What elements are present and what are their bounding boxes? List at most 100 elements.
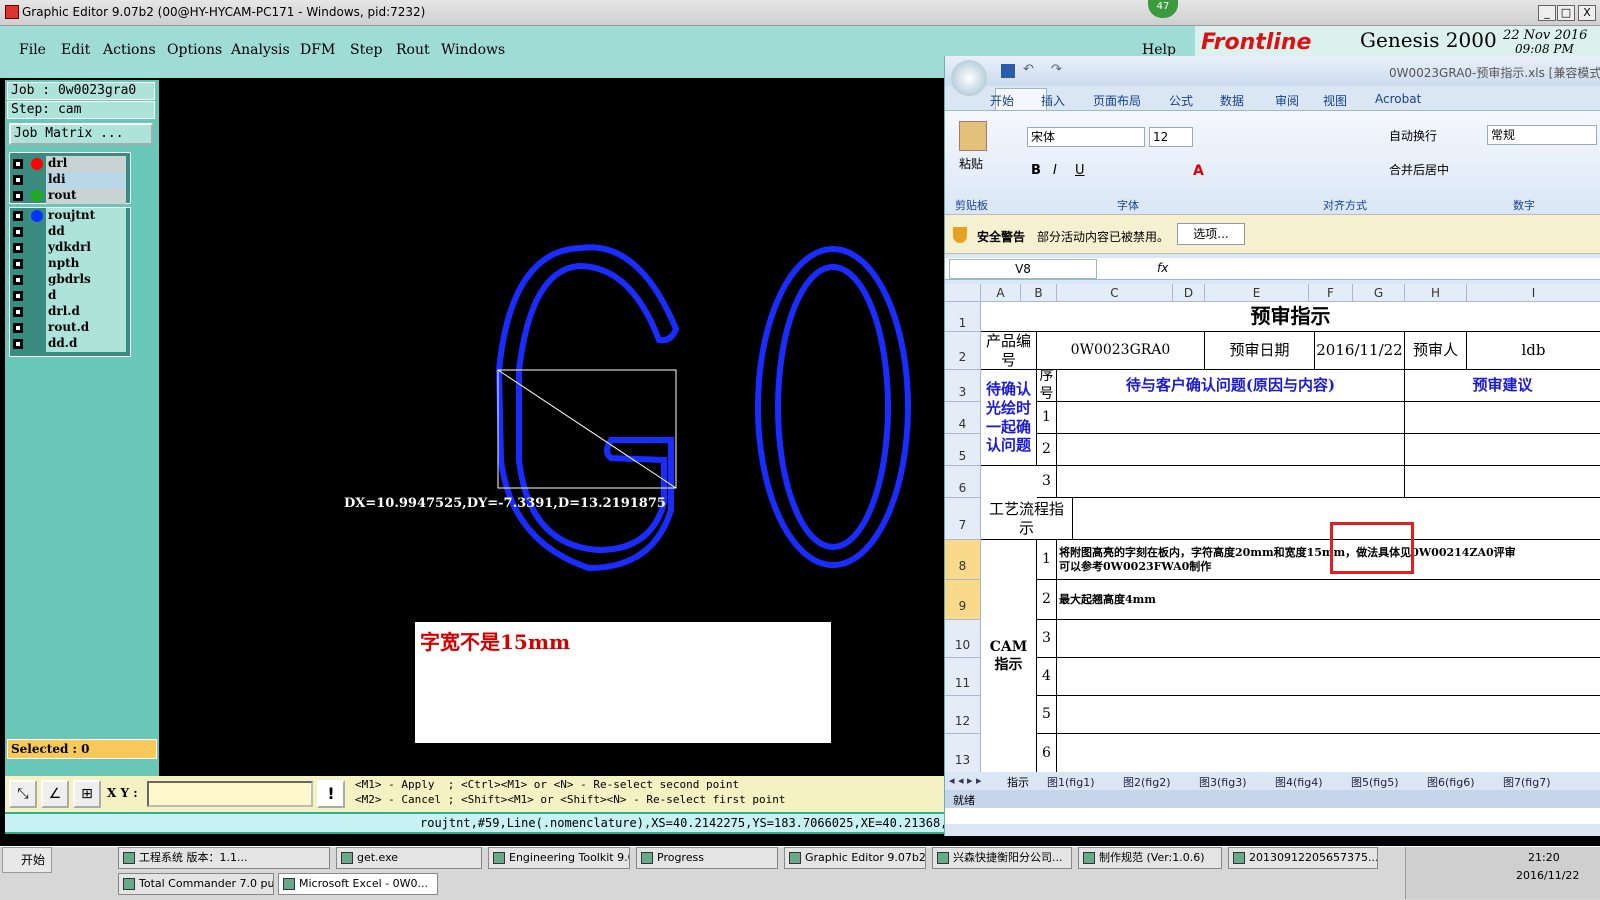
cam-instruction-1[interactable]: 将附图高亮的字刻在板内，字符高度20mm和宽度15mm，做法具体见0W00214… bbox=[1057, 540, 1600, 580]
menu-file[interactable]: File bbox=[19, 42, 46, 58]
seq-label[interactable]: 序号 bbox=[1037, 370, 1057, 402]
name-box[interactable]: V8 bbox=[949, 259, 1097, 279]
column-header[interactable]: F bbox=[1309, 284, 1353, 302]
row-header[interactable]: 9 bbox=[945, 580, 981, 620]
taskbar-item[interactable]: 兴森快捷衡阳分公司... bbox=[932, 847, 1072, 869]
taskbar-item[interactable]: Graphic Editor 9.07b2 ... bbox=[784, 847, 926, 869]
advice-cell[interactable] bbox=[1405, 434, 1600, 466]
layer-row-dd-d[interactable]: dd.d bbox=[10, 336, 126, 352]
taskbar-item[interactable]: 工程系统 版本：1.1... bbox=[118, 847, 330, 869]
save-icon[interactable] bbox=[1001, 64, 1015, 78]
column-header[interactable]: D bbox=[1173, 284, 1205, 302]
paste-icon[interactable] bbox=[959, 121, 987, 151]
column-header[interactable]: H bbox=[1405, 284, 1467, 302]
alert-icon[interactable]: ! bbox=[317, 780, 345, 808]
row-header[interactable]: 3 bbox=[945, 370, 981, 402]
date-label[interactable]: 预审日期 bbox=[1205, 332, 1315, 370]
row-header[interactable]: 6 bbox=[945, 466, 981, 498]
layer-row-dd[interactable]: dd bbox=[10, 224, 126, 240]
advice-header[interactable]: 预审建议 bbox=[1405, 370, 1600, 402]
taskbar-item[interactable]: 20130912205657375.... bbox=[1228, 847, 1378, 869]
menu-edit[interactable]: Edit bbox=[61, 42, 90, 58]
issue-cell[interactable] bbox=[1057, 402, 1405, 434]
sheet-tab[interactable]: 图1(fig1) bbox=[1047, 774, 1095, 790]
sheet-tab[interactable]: 图5(fig5) bbox=[1351, 774, 1399, 790]
underline-button[interactable]: U bbox=[1075, 163, 1085, 178]
layer-row-gbdrls[interactable]: gbdrls bbox=[10, 272, 126, 288]
wrap-text-button[interactable]: 自动换行 bbox=[1389, 127, 1437, 144]
issue-cell[interactable] bbox=[1057, 434, 1405, 466]
font-size-box[interactable]: 12 bbox=[1149, 127, 1193, 147]
column-header[interactable]: B bbox=[1021, 284, 1057, 302]
fx-button[interactable]: fx bbox=[1157, 261, 1168, 275]
job-matrix-button[interactable]: Job Matrix ... bbox=[9, 123, 153, 145]
menu-step[interactable]: Step bbox=[350, 42, 382, 58]
sheet-tab[interactable]: 图3(fig3) bbox=[1199, 774, 1247, 790]
xy-input[interactable] bbox=[147, 781, 313, 807]
sheet-tab[interactable]: 图6(fig6) bbox=[1427, 774, 1475, 790]
taskbar-item[interactable]: get.exe bbox=[336, 847, 482, 869]
reviewer-label[interactable]: 预审人 bbox=[1405, 332, 1467, 370]
issue-header[interactable]: 待与客户确认问题(原因与内容) bbox=[1057, 370, 1405, 402]
cam-instruction-2[interactable]: 最大起翘高度4mm bbox=[1057, 580, 1600, 620]
menu-windows[interactable]: Windows bbox=[441, 42, 505, 58]
seq-number[interactable]: 2 bbox=[1037, 434, 1057, 466]
close-button[interactable]: X bbox=[1578, 5, 1596, 21]
angle-icon[interactable]: ∠ bbox=[41, 780, 69, 808]
grid-icon[interactable]: ⊞ bbox=[73, 780, 101, 808]
layer-checkbox[interactable] bbox=[13, 291, 23, 301]
ribbon-tab-0[interactable]: 开始 bbox=[990, 92, 1014, 109]
spreadsheet-grid[interactable]: A B C D E F G H I 1 2 3 4 5 6 7 8 9 10 11 12 13 预审指示 产品编号 0W0023… bbox=[945, 284, 1600, 824]
date-value[interactable]: 2016/11/22 bbox=[1315, 332, 1405, 370]
taskbar-item[interactable]: Total Commander 7.0 pu... bbox=[118, 873, 274, 895]
cam-instruction-cell[interactable] bbox=[1057, 696, 1600, 734]
cam-instruction-cell[interactable] bbox=[1057, 658, 1600, 696]
ribbon-tab-6[interactable]: 视图 bbox=[1323, 92, 1347, 109]
layer-checkbox[interactable] bbox=[13, 227, 23, 237]
column-header[interactable]: C bbox=[1057, 284, 1173, 302]
cam-label[interactable]: CAM指示 bbox=[981, 540, 1037, 774]
cam-instruction-cell[interactable] bbox=[1057, 734, 1600, 774]
column-header[interactable]: G bbox=[1353, 284, 1405, 302]
cam-seq-number[interactable]: 3 bbox=[1037, 620, 1057, 658]
product-value[interactable]: 0W0023GRA0 bbox=[1037, 332, 1205, 370]
process-label[interactable]: 工艺流程指示 bbox=[981, 498, 1073, 540]
start-button[interactable]: 开始 bbox=[2, 847, 52, 873]
graphic-canvas[interactable]: DX=10.9947525,DY=-7.3391,D=13.2191875 字宽… bbox=[159, 80, 944, 770]
sheet-tab[interactable]: 图4(fig4) bbox=[1275, 774, 1323, 790]
layer-row-npth[interactable]: npth bbox=[10, 256, 126, 272]
sheet-tab[interactable]: 指示 bbox=[1007, 774, 1029, 790]
column-header[interactable]: A bbox=[981, 284, 1021, 302]
row-header[interactable]: 10 bbox=[945, 620, 981, 658]
row-header[interactable]: 7 bbox=[945, 498, 981, 540]
row-header[interactable]: 1 bbox=[945, 302, 981, 332]
row-header[interactable]: 13 bbox=[945, 734, 981, 774]
ribbon-tab-5[interactable]: 审阅 bbox=[1275, 92, 1299, 109]
layer-checkbox[interactable] bbox=[13, 307, 23, 317]
layer-row-drl-d[interactable]: drl.d bbox=[10, 304, 126, 320]
sheet-tab[interactable]: 图2(fig2) bbox=[1123, 774, 1171, 790]
ribbon-tab-2[interactable]: 页面布局 bbox=[1093, 92, 1141, 109]
layer-row-drl[interactable]: drl bbox=[10, 156, 126, 172]
merge-center-button[interactable]: 合并后居中 bbox=[1389, 161, 1449, 178]
issue-cell[interactable] bbox=[1057, 466, 1405, 498]
menu-options[interactable]: Options bbox=[167, 42, 222, 58]
layer-checkbox[interactable] bbox=[13, 175, 23, 185]
layer-checkbox[interactable] bbox=[13, 159, 23, 169]
cam-seq-number[interactable]: 2 bbox=[1037, 580, 1057, 620]
column-header[interactable]: I bbox=[1467, 284, 1600, 302]
paste-label[interactable]: 粘贴 bbox=[959, 155, 983, 172]
layer-row-ydkdrl[interactable]: ydkdrl bbox=[10, 240, 126, 256]
product-label[interactable]: 产品编号 bbox=[981, 332, 1037, 370]
row-header[interactable]: 11 bbox=[945, 658, 981, 696]
layer-row-rout-d[interactable]: rout.d bbox=[10, 320, 126, 336]
row-header[interactable]: 5 bbox=[945, 434, 981, 466]
select-all-corner[interactable] bbox=[945, 284, 981, 302]
font-name-box[interactable]: 宋体 bbox=[1027, 127, 1145, 147]
cam-seq-number[interactable]: 1 bbox=[1037, 540, 1057, 580]
advice-cell[interactable] bbox=[1405, 402, 1600, 434]
italic-button[interactable]: I bbox=[1053, 163, 1057, 178]
reviewer-value[interactable]: ldb bbox=[1467, 332, 1600, 370]
layer-checkbox[interactable] bbox=[13, 191, 23, 201]
seq-number[interactable]: 3 bbox=[1037, 466, 1057, 498]
